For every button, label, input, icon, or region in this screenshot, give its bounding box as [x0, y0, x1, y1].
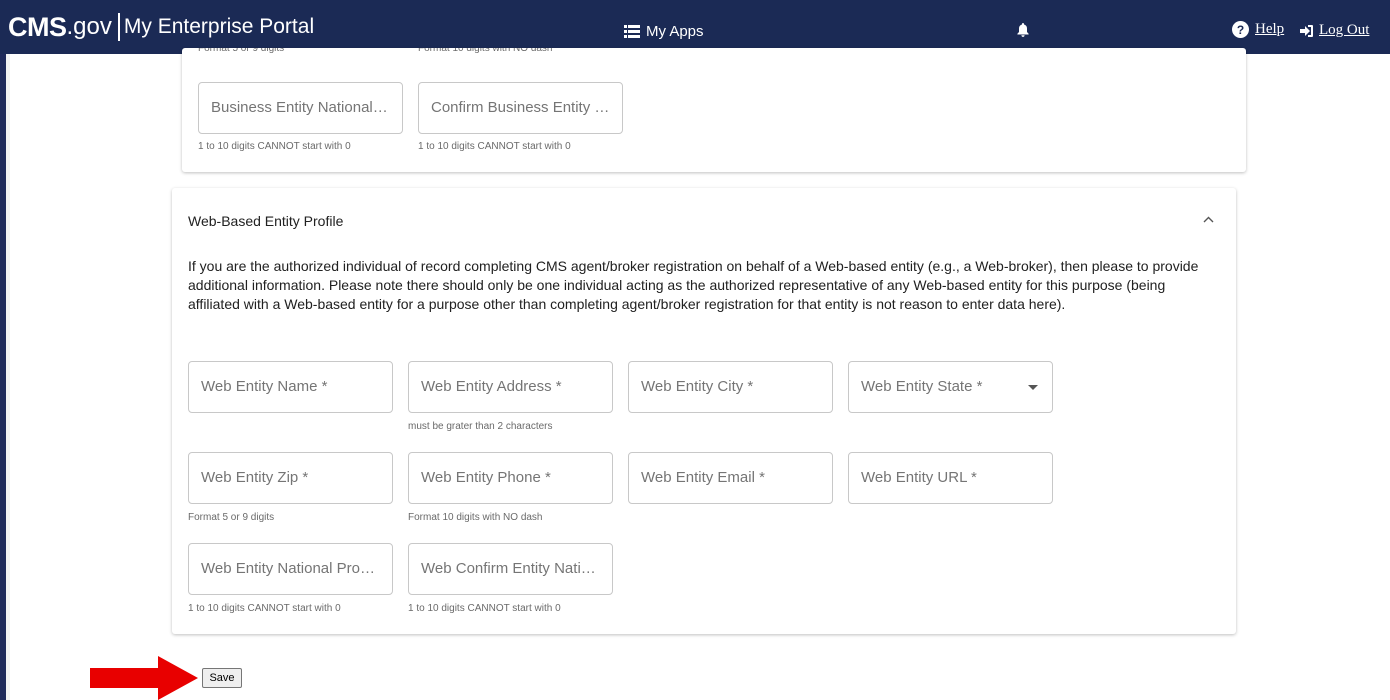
logo-gov-text: .gov [66, 13, 112, 40]
web-entity-section-title: Web-Based Entity Profile [188, 213, 344, 229]
my-apps-link[interactable]: My Apps [624, 23, 704, 40]
web-entity-name-input[interactable]: Web Entity Name * [188, 361, 393, 413]
logout-link[interactable]: Log Out [1300, 22, 1369, 39]
bell-icon [1017, 23, 1029, 37]
help-link[interactable]: ? Help [1232, 21, 1284, 38]
phone-hint: Format 10 digits with NO dash [408, 512, 543, 523]
help-icon: ? [1232, 21, 1249, 38]
web-entity-zip-input[interactable]: Web Entity Zip * [188, 452, 393, 504]
svg-text:?: ? [1237, 23, 1244, 37]
web-entity-description: If you are the authorized individual of … [188, 258, 1199, 312]
left-edge-bar [0, 0, 6, 700]
zip-hint: Format 5 or 9 digits [188, 512, 275, 523]
phone-format-hint: Format 10 digits with NO dash [418, 48, 553, 54]
web-entity-city-input[interactable]: Web Entity City * [628, 361, 833, 413]
web-entity-card: Web-Based Entity Profile If you are the … [172, 188, 1236, 634]
collapse-button[interactable] [1203, 212, 1214, 226]
my-apps-label: My Apps [646, 23, 704, 40]
business-npn-hint: 1 to 10 digits CANNOT start with 0 [198, 141, 351, 152]
web-entity-npn-input[interactable]: Web Entity National Producer Number * [188, 543, 393, 595]
notifications-button[interactable] [1017, 23, 1029, 42]
confirm-business-npn-hint: 1 to 10 digits CANNOT start with 0 [418, 141, 571, 152]
zip-format-hint: Format 5 or 9 digits [198, 48, 285, 54]
dropdown-caret-icon [1028, 385, 1038, 390]
red-arrow-pointer [90, 656, 198, 700]
business-entity-npn-input[interactable]: Business Entity National Producer Number… [198, 82, 403, 134]
confirm-business-entity-npn-input[interactable]: Confirm Business Entity National Produce… [418, 82, 623, 134]
web-entity-state-label: Web Entity State * [861, 378, 983, 395]
logo-separator [117, 13, 120, 41]
cms-logo[interactable]: CMS .gov My Enterprise Portal [8, 12, 314, 42]
logo-cms-text: CMS [8, 11, 67, 42]
web-npn-hint: 1 to 10 digits CANNOT start with 0 [188, 603, 341, 614]
chevron-up-icon [1203, 216, 1214, 223]
list-icon [624, 25, 640, 38]
business-entity-card: Format 5 or 9 digits Format 10 digits wi… [182, 48, 1246, 172]
web-entity-url-input[interactable]: Web Entity URL * [848, 452, 1053, 504]
main-content: Format 5 or 9 digits Format 10 digits wi… [10, 48, 1390, 700]
portal-title: My Enterprise Portal [123, 15, 315, 38]
web-entity-phone-input[interactable]: Web Entity Phone * [408, 452, 613, 504]
top-navigation-bar: CMS .gov My Enterprise Portal My Apps ? H… [0, 0, 1390, 54]
logout-label: Log Out [1319, 22, 1370, 38]
web-entity-email-input[interactable]: Web Entity Email * [628, 452, 833, 504]
help-label: Help [1255, 21, 1285, 37]
web-entity-state-select[interactable]: Web Entity State * [848, 361, 1053, 413]
save-button[interactable]: Save [202, 668, 242, 688]
web-entity-address-input[interactable]: Web Entity Address * [408, 361, 613, 413]
logout-icon [1300, 24, 1313, 37]
web-confirm-entity-npn-input[interactable]: Web Confirm Entity National Producer Num… [408, 543, 613, 595]
address-hint: must be grater than 2 characters [408, 421, 553, 432]
web-confirm-npn-hint: 1 to 10 digits CANNOT start with 0 [408, 603, 561, 614]
